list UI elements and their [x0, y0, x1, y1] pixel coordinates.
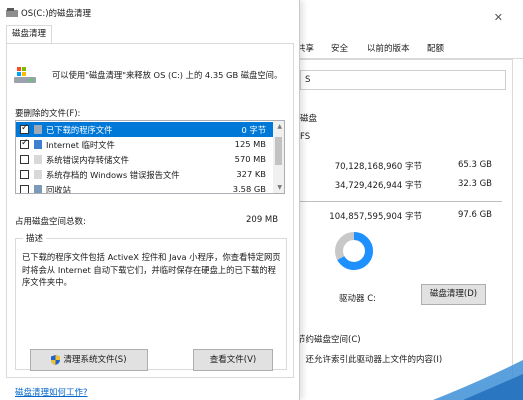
- free-space-bytes: 34,729,426,944 字节: [334, 181, 422, 191]
- file-category-name: Internet 临时文件: [46, 140, 115, 150]
- drive-name-field[interactable]: S: [300, 70, 506, 90]
- recycle-bin-icon: [34, 185, 42, 193]
- scroll-thumb[interactable]: [275, 137, 282, 165]
- disk-usage-donut: [335, 232, 373, 270]
- dialog-titlebar[interactable]: OS(C:)的磁盘清理: [0, 0, 300, 25]
- used-space-bytes: 70,128,168,960 字节: [334, 162, 422, 172]
- free-space-gb: 32.3 GB: [457, 179, 492, 189]
- file-icon: [34, 155, 42, 164]
- compress-drive-option[interactable]: 节约磁盘空间(C): [297, 333, 361, 345]
- file-category-name: 系统错误内存转储文件: [46, 155, 129, 165]
- drive-name-value: S: [305, 75, 311, 85]
- file-category-size: 3.58 GB: [232, 184, 266, 194]
- uac-shield-icon: [51, 354, 61, 365]
- list-item[interactable]: 已下载的程序文件 0 字节: [16, 122, 274, 137]
- disk-cleanup-icon: [6, 8, 18, 17]
- general-tab-pane: S 磁盘 FS 70,128,168,960 字节 65.3 GB 34,729…: [297, 59, 513, 400]
- files-to-delete-list[interactable]: 已下载的程序文件 0 字节 Internet 临时文件 125 MB 系统错误内…: [15, 120, 285, 194]
- internet-icon: [34, 140, 42, 149]
- folder-icon: [34, 125, 42, 134]
- drive-properties-window: ✕ 共享 安全 以前的版本 配额 S 磁盘 FS 70,128,168,960 …: [290, 0, 523, 400]
- capacity-bytes: 104,857,595,904 字节: [329, 212, 422, 222]
- checkbox[interactable]: [20, 138, 29, 149]
- total-space-value: 209 MB: [246, 215, 279, 225]
- drive-type-label: 磁盘: [300, 114, 318, 124]
- intro-text: 可以使用"磁盘清理"来释放 OS (C:) 上的 4.35 GB 磁盘空间。: [52, 70, 283, 80]
- hard-drive-icon: [14, 67, 36, 83]
- dialog-title: OS(C:)的磁盘清理: [21, 9, 92, 19]
- checkbox[interactable]: [20, 170, 29, 179]
- checkbox[interactable]: [20, 185, 29, 193]
- capacity-gb: 97.6 GB: [457, 210, 492, 220]
- file-category-size: 327 KB: [236, 169, 266, 179]
- list-item[interactable]: 系统存档的 Windows 错误报告文件 327 KB: [16, 167, 274, 182]
- clean-system-files-label: 清理系统文件(S): [63, 355, 127, 365]
- tab-quota[interactable]: 配额: [423, 40, 448, 59]
- scroll-down-icon[interactable]: ▼: [277, 184, 282, 191]
- list-item[interactable]: 回收站 3.58 GB: [16, 182, 274, 194]
- file-category-name: 系统存档的 Windows 错误报告文件: [46, 170, 180, 180]
- file-category-name: 已下载的程序文件: [46, 125, 113, 135]
- checkbox[interactable]: [20, 123, 29, 134]
- list-scrollbar[interactable]: ▲ ▼: [273, 121, 284, 193]
- file-category-size: 570 MB: [234, 154, 266, 164]
- tab-security[interactable]: 安全: [327, 40, 352, 59]
- used-space-gb: 65.3 GB: [457, 160, 492, 170]
- help-link[interactable]: 磁盘清理如何工作?: [15, 386, 88, 398]
- divider: [298, 201, 502, 202]
- decorative-swoosh: [433, 360, 523, 400]
- file-category-name: 回收站: [46, 185, 71, 194]
- checkbox[interactable]: [20, 155, 29, 164]
- files-to-delete-label: 要删除的文件(F):: [15, 109, 81, 119]
- close-icon[interactable]: ✕: [494, 11, 503, 24]
- file-system-label: FS: [300, 132, 311, 142]
- properties-tabstrip: 共享 安全 以前的版本 配额: [291, 40, 523, 59]
- tab-previous-versions[interactable]: 以前的版本: [363, 40, 414, 59]
- disk-cleanup-dialog: OS(C:)的磁盘清理 磁盘清理 可以使用"磁盘清理"来释放 OS (C:) 上…: [0, 0, 300, 400]
- file-category-size: 125 MB: [234, 139, 266, 149]
- file-category-size: 0 字节: [241, 125, 266, 135]
- drive-label: 驱动器 C:: [339, 294, 377, 304]
- list-item[interactable]: Internet 临时文件 125 MB: [16, 137, 274, 152]
- total-space-label: 占用磁盘空间总数:: [15, 217, 86, 227]
- file-icon: [34, 170, 42, 179]
- description-text: 已下载的程序文件包括 ActiveX 控件和 Java 小程序，你查看特定网页时…: [22, 252, 281, 287]
- disk-cleanup-button[interactable]: 磁盘清理(D): [421, 284, 486, 305]
- view-files-button[interactable]: 查看文件(V): [193, 349, 273, 371]
- description-title: 描述: [23, 232, 47, 244]
- scroll-up-icon[interactable]: ▲: [277, 123, 282, 130]
- list-item[interactable]: 系统错误内存转储文件 570 MB: [16, 152, 274, 167]
- clean-system-files-button[interactable]: 清理系统文件(S): [30, 349, 148, 371]
- tab-disk-cleanup[interactable]: 磁盘清理: [6, 25, 53, 44]
